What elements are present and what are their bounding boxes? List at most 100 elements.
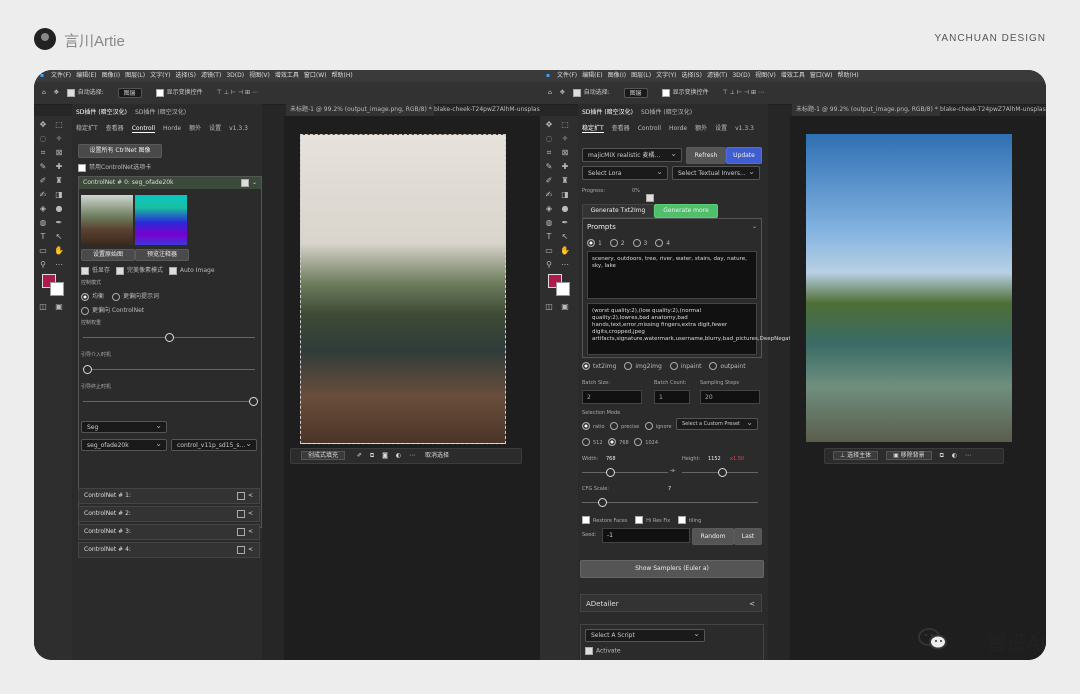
seed-input[interactable]: -1 (602, 528, 690, 543)
sel-precise-radio[interactable]: precise (610, 422, 639, 430)
eraser-icon[interactable]: ◨ (560, 190, 570, 200)
show-transform-label[interactable]: 显示变换控件 (167, 89, 203, 96)
menu-3d[interactable]: 3D(D) (732, 72, 750, 79)
more-tools-icon[interactable]: ⋯ (560, 260, 570, 270)
control-type-select[interactable]: Seg (81, 420, 167, 433)
more-icon[interactable]: ⋯ (409, 452, 415, 459)
auto-select-label[interactable]: 自动选择: (78, 89, 104, 96)
cfg-scale-slider[interactable] (582, 498, 758, 507)
menu-edit[interactable]: 编辑(E) (582, 72, 602, 79)
menu-image[interactable]: 图像(I) (102, 72, 120, 79)
controlnet-2-accordion[interactable]: ControlNet # 2: < (78, 506, 260, 522)
marquee-tool-icon[interactable]: ⬚ (54, 120, 64, 130)
quick-mask-icon[interactable]: ◫ (38, 302, 48, 312)
sel-ignore-radio[interactable]: ignore (644, 422, 672, 430)
magic-wand-icon[interactable]: ✧ (560, 134, 570, 144)
lasso-tool-icon[interactable]: ◌ (544, 134, 554, 144)
move-tool-icon[interactable]: ✥ (544, 120, 554, 130)
mode-balanced-radio[interactable]: 均衡 (81, 292, 104, 301)
tab-viewer[interactable]: 查看器 (106, 125, 124, 132)
adetailer-accordion[interactable]: ADetailer < (580, 594, 762, 612)
height-slider[interactable] (682, 468, 758, 477)
background-color-swatch[interactable] (556, 282, 570, 296)
positive-prompt-input[interactable]: scenery, outdoors, tree, river, water, s… (587, 251, 757, 299)
tab-stable[interactable]: 稳定扩T (582, 125, 604, 133)
home-icon[interactable]: ⌂ (42, 89, 46, 96)
menu-select[interactable]: 选择(S) (175, 72, 196, 79)
pen-icon[interactable]: ✒ (54, 218, 64, 228)
dodge-icon[interactable]: ◍ (38, 218, 48, 228)
zoom-tool-icon[interactable]: ⚲ (544, 260, 554, 270)
update-button[interactable]: Update (726, 147, 762, 164)
path-select-icon[interactable]: ↖ (54, 232, 64, 242)
tab-sd-plugin-2[interactable]: SD插件 (暗空汉化) (641, 109, 692, 116)
eyedropper-icon[interactable]: ✎ (544, 162, 554, 172)
prompt-tab-1[interactable]: 1 (587, 239, 602, 247)
guidance-start-knob[interactable] (83, 365, 92, 374)
script-select[interactable]: Select A Script (585, 628, 705, 642)
bucket-icon[interactable]: ◈ (544, 204, 554, 214)
pen-icon[interactable]: ✒ (560, 218, 570, 228)
screen-mode-icon[interactable]: ▣ (54, 302, 64, 312)
brush-icon[interactable]: ✐ (38, 176, 48, 186)
batch-count-input[interactable]: 1 (654, 390, 690, 404)
menu-view[interactable]: 视图(V) (755, 72, 776, 79)
canvas-area[interactable]: ⊥ 选择主体 ▣ 移除背景 ⧉ ◐ ⋯ (790, 116, 1046, 660)
controlnet-0-toggle[interactable]: ⌄ (240, 177, 257, 189)
set-source-image-button[interactable]: 设置原始图 (81, 249, 135, 261)
negative-prompt-input[interactable]: (worst quality:2),(low quality:2),(norma… (587, 303, 848, 355)
show-transform-label[interactable]: 显示变换控件 (673, 89, 709, 96)
move-icon[interactable]: ✥ (560, 89, 565, 96)
last-seed-button[interactable]: Last (734, 528, 762, 545)
dodge-icon[interactable]: ◍ (544, 218, 554, 228)
menu-type[interactable]: 文字(Y) (150, 72, 170, 79)
stamp-icon[interactable]: ♜ (560, 176, 570, 186)
adjust-icon[interactable]: ◐ (396, 452, 401, 459)
link-ratio-icon[interactable]: ⟛ (670, 467, 675, 475)
controlnet-1-accordion[interactable]: ControlNet # 1: < (78, 488, 260, 504)
prompt-tab-3[interactable]: 3 (632, 239, 647, 247)
menu-help[interactable]: 帮助(H) (838, 72, 859, 79)
preview-annotator-button[interactable]: 预览注释器 (135, 249, 189, 261)
brush-icon[interactable]: ✐ (357, 452, 362, 459)
healing-icon[interactable]: ✚ (54, 162, 64, 172)
size-1024-radio[interactable]: 1024 (634, 438, 658, 446)
deselect-button[interactable]: 取消选择 (425, 452, 449, 459)
history-brush-icon[interactable]: ✍ (38, 190, 48, 200)
show-samplers-button[interactable]: Show Samplers (Euler a) (580, 560, 764, 578)
menu-edit[interactable]: 编辑(E) (76, 72, 96, 79)
align-icons[interactable]: ⊤ ⊥ ⊢ ⊣ ⊞ ⋯ (217, 89, 258, 96)
screen-mode-icon[interactable]: ▣ (560, 302, 570, 312)
prompt-tab-4[interactable]: 4 (655, 239, 670, 247)
sel-ratio-radio[interactable]: ratio (582, 422, 605, 430)
size-512-radio[interactable]: 512 (582, 438, 603, 446)
tab-extra[interactable]: 额外 (189, 125, 201, 132)
blur-icon[interactable]: ● (54, 204, 64, 214)
mode-img2img-radio[interactable]: img2img (624, 362, 662, 370)
blur-icon[interactable]: ● (560, 204, 570, 214)
crop-tool-icon[interactable]: ⌗ (544, 148, 554, 158)
restore-faces-option[interactable]: Restore Faces (582, 516, 627, 524)
menu-file[interactable]: 文件(F) (557, 72, 577, 79)
control-weight-knob[interactable] (165, 333, 174, 342)
background-color-swatch[interactable] (50, 282, 64, 296)
shape-tool-icon[interactable]: ▭ (544, 246, 554, 256)
history-brush-icon[interactable]: ✍ (544, 190, 554, 200)
model-select[interactable]: control_v11p_sd15_s... (171, 438, 257, 451)
layer-select[interactable]: 图层 (117, 87, 142, 98)
doc-tab-2[interactable]: blake-cheek-T24pwZ7AlhM-unsplash (936, 104, 1046, 116)
pixel-perfect-option[interactable]: 完美像素模式 (115, 266, 163, 275)
mode-txt2img-radio[interactable]: txt2img (582, 362, 616, 370)
path-select-icon[interactable]: ↖ (560, 232, 570, 242)
tab-controlnet[interactable]: Controll (131, 125, 156, 133)
canvas-generated-image[interactable] (806, 134, 1012, 442)
menu-help[interactable]: 帮助(H) (332, 72, 353, 79)
tab-sd-plugin-2[interactable]: SD插件 (暗空汉化) (135, 109, 186, 116)
lasso-tool-icon[interactable]: ◌ (38, 134, 48, 144)
menu-image[interactable]: 图像(I) (608, 72, 626, 79)
eyedropper-icon[interactable]: ✎ (38, 162, 48, 172)
transform-icon[interactable]: ⧉ (370, 452, 374, 459)
controlnet-4-accordion[interactable]: ControlNet # 4: < (78, 542, 260, 558)
menu-filter[interactable]: 滤镜(T) (707, 72, 727, 79)
hand-tool-icon[interactable]: ✋ (54, 246, 64, 256)
